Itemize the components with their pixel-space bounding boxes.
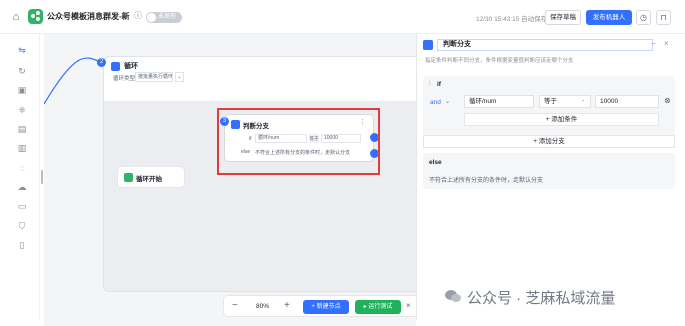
incoming-connector xyxy=(44,57,101,105)
publish-button[interactable]: 发布机器人 xyxy=(586,10,632,25)
canvas-toolbar: − 80% + + 新建节点 ▸ 运行测试 × xyxy=(223,295,416,317)
edit-icon[interactable]: ✎ xyxy=(123,11,130,21)
publish-toggle[interactable]: 未发布 xyxy=(146,12,182,23)
shield-icon[interactable]: ⛉ xyxy=(17,221,27,231)
run-test-button[interactable]: ▸ 运行测试 xyxy=(355,300,401,314)
condition-value-input[interactable]: 10000 xyxy=(595,95,659,108)
logic-select[interactable]: and xyxy=(430,99,441,106)
if-branch-block: ⁞ if and ⌄ 循环/num 等于 ⌄ 10000 ⊗ + 添加条件 xyxy=(423,76,675,142)
document-icon[interactable]: ▯ xyxy=(17,240,27,250)
loop-input-port[interactable]: 2 xyxy=(97,58,106,67)
app-logo-icon xyxy=(28,9,43,24)
chat-icon[interactable]: ◌ xyxy=(17,163,27,173)
history-icon[interactable]: ◷ xyxy=(636,10,651,25)
loop-node-header: 循环 循环类型 按批量执行循环 ⌄ xyxy=(104,57,416,101)
image-icon[interactable]: ▣ xyxy=(17,85,27,95)
home-icon[interactable]: ⌂ xyxy=(10,11,22,23)
toggle-knob xyxy=(147,13,156,22)
loop-type-dropdown-icon[interactable]: ⌄ xyxy=(175,72,184,82)
list-icon[interactable]: ▥ xyxy=(17,143,27,153)
chevron-down-icon[interactable]: ⌄ xyxy=(113,11,120,21)
loop-icon[interactable]: ↻ xyxy=(17,66,27,76)
panel-description: 指定条件判断不同分支，条件根据变量值判断应该走哪个分支 xyxy=(425,58,574,64)
workflow-canvas[interactable]: 循环 循环类型 按批量执行循环 ⌄ 2 循环开始 判断分支 ⋮ if 循环/nu… xyxy=(44,34,416,326)
cloud-icon[interactable]: ☁ xyxy=(17,182,27,192)
loop-type-select[interactable]: 按批量执行循环 xyxy=(135,72,173,82)
add-condition-button[interactable]: + 添加条件 xyxy=(464,113,659,126)
wechat-logo-icon xyxy=(445,290,461,302)
toggle-label: 未发布 xyxy=(158,14,177,20)
monitor-icon[interactable]: ▭ xyxy=(17,201,27,211)
branch-panel-icon xyxy=(423,40,433,50)
else-label: else xyxy=(429,159,442,166)
zoom-in-button[interactable]: + xyxy=(284,300,290,311)
loop-start-title: 循环开始 xyxy=(136,176,162,183)
close-toolbar-icon[interactable]: × xyxy=(406,301,411,310)
if-label: if xyxy=(437,81,441,88)
zoom-level: 80% xyxy=(256,303,270,310)
close-icon[interactable]: × xyxy=(664,39,669,48)
app-window: ⌂ 公众号模板消息群发-新 ⌄ ✎ ⓘ 未发布 12/30 15:43:15 自… xyxy=(0,0,685,326)
minimize-icon[interactable]: − xyxy=(651,39,656,48)
table-icon[interactable]: ▤ xyxy=(17,124,27,134)
flow-icon[interactable]: ⇋ xyxy=(17,45,27,55)
lock-icon[interactable]: ⊓ xyxy=(656,10,671,25)
grid-icon[interactable]: ⁜ xyxy=(17,105,27,115)
operator-dropdown-icon[interactable]: ⌄ xyxy=(581,97,585,103)
else-branch-block: else 不符合上述所有分支的条件时，走默认分支 xyxy=(423,153,675,189)
loop-node-icon xyxy=(111,62,120,71)
left-toolbar: ⇋ ↻ ▣ ⁜ ▤ ▥ ◌ ☁ ▭ ⛉ ▯ xyxy=(4,34,40,320)
panel-title-input[interactable]: 判断分支 xyxy=(437,39,653,51)
loop-node-title: 循环 xyxy=(124,63,138,70)
loop-start-icon xyxy=(124,173,133,182)
else-description: 不符合上述所有分支的条件时，走默认分支 xyxy=(429,178,544,184)
node-config-panel: 判断分支 − × 指定条件判断不同分支，条件根据变量值判断应该走哪个分支 ⁞ i… xyxy=(416,34,676,320)
drag-handle-icon[interactable]: ⁞ xyxy=(429,81,431,87)
chevron-down-icon[interactable]: ⌄ xyxy=(445,98,450,105)
save-draft-button[interactable]: 保存草稿 xyxy=(545,10,581,25)
scrollbar[interactable] xyxy=(678,34,683,320)
watermark-text: 公众号 · 芝麻私域流量 xyxy=(467,290,616,307)
highlight-box xyxy=(217,108,380,175)
add-node-button[interactable]: + 新建节点 xyxy=(303,300,349,314)
loop-start-node[interactable]: 循环开始 xyxy=(117,166,185,188)
loop-type-label: 循环类型 xyxy=(113,76,136,82)
resize-handle[interactable] xyxy=(41,170,43,184)
zoom-out-button[interactable]: − xyxy=(232,300,238,311)
info-icon[interactable]: ⓘ xyxy=(134,11,142,21)
condition-variable-select[interactable]: 循环/num xyxy=(464,95,534,108)
top-bar: ⌂ 公众号模板消息群发-新 ⌄ ✎ ⓘ 未发布 12/30 15:43:15 自… xyxy=(0,0,685,34)
remove-condition-icon[interactable]: ⊗ xyxy=(664,96,671,105)
add-branch-button[interactable]: + 添加分支 xyxy=(423,135,675,148)
